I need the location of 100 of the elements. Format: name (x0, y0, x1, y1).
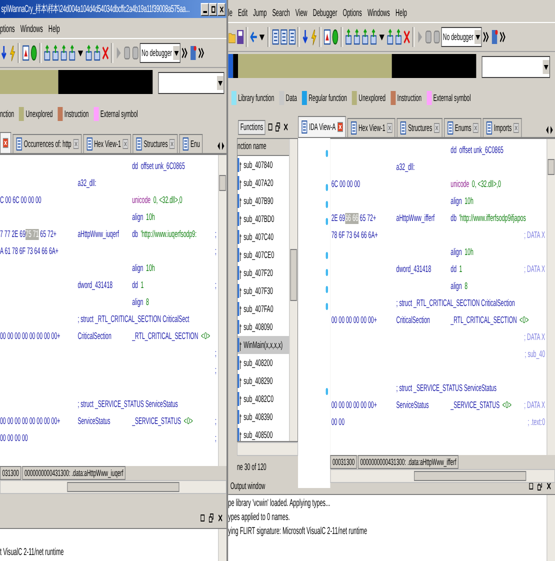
operand: <0> (520, 314, 529, 328)
function-list-item[interactable]: sub_407BD0 (238, 210, 290, 228)
code-label: aHttpWww_ifferf (396, 213, 435, 224)
operand: 10h (146, 211, 155, 225)
struct-comment: ; struct _RTL_CRITICAL_SECTION CriticalSection (396, 297, 515, 311)
menu-item[interactable]: Jump (253, 8, 267, 18)
mnemonic: align (450, 246, 462, 260)
output-line: ying FLIRT signature: Microsoft VisualC 2-11/net runtime (228, 525, 368, 539)
byte-values: 00 00 00 00 00 00+ (331, 315, 377, 326)
menu-item[interactable]: Help (48, 24, 60, 34)
menu-item[interactable]: ptions (0, 24, 15, 34)
byte-values: 2E 6966 66 65 72+ (331, 213, 376, 224)
function-list-item[interactable]: sub_408090 (238, 318, 290, 336)
mnemonic: _RTL_CRITICAL_SECTION (450, 314, 517, 328)
menu-item[interactable]: Help (396, 8, 407, 18)
byte-values: 6C 00 00 00 (331, 179, 360, 190)
operand: <0> (201, 330, 210, 344)
menu-item[interactable]: Options (342, 8, 362, 18)
column-header[interactable]: nction name (238, 139, 290, 156)
byte-values: C 00 6C 00 00 00 (0, 195, 42, 206)
view-tab[interactable]: Enums (444, 118, 482, 137)
output-line: pe library 'vcwin' loaded. Applying types... (228, 497, 332, 511)
view-tab[interactable]: Imports (482, 118, 522, 137)
function-list-item[interactable]: sub_407F20 (238, 264, 290, 282)
mnemonic: dd (132, 160, 138, 174)
operand: offset unk_6C0865 (459, 144, 504, 158)
comment: ; DATA X (524, 229, 546, 243)
menu-item[interactable]: le (228, 8, 232, 18)
view-tab[interactable]: IDA View-A (298, 116, 346, 137)
comment: ; .text:0 (528, 416, 546, 430)
functions-title[interactable]: Functions (238, 120, 266, 134)
function-list-item[interactable]: sub_407FA0 (238, 300, 290, 318)
function-list-item[interactable]: sub_407CE0 (238, 246, 290, 264)
struct-comment: ; struct _SERVICE_STATUS ServiceStatus (78, 398, 178, 412)
legend-label: Data (286, 92, 297, 104)
menu-item[interactable]: Search (272, 8, 290, 18)
view-tab[interactable]: Enu (179, 134, 203, 153)
mnemonic: align (132, 262, 144, 276)
menu-item[interactable]: Windows (20, 24, 43, 34)
code-label: dword_431418 (78, 280, 113, 291)
struct-comment: ; struct _SERVICE_STATUS ServiceStatus (396, 382, 496, 396)
comment: ; (214, 364, 218, 378)
function-list-item[interactable]: sub_407F30 (238, 282, 290, 300)
function-list-item[interactable]: sub_407B90 (238, 192, 290, 210)
view-tab[interactable]: Structures (396, 118, 442, 137)
function-list-item[interactable]: sub_408200 (238, 354, 290, 372)
operand: 'http://www.iuqerfsodp9: (140, 228, 197, 242)
operand: 10h (464, 195, 474, 209)
byte-values: A 61 78 6F 73 64 66 6A+ (0, 246, 58, 257)
menu-item[interactable]: Debugger (312, 8, 338, 18)
operand: 8 (464, 280, 468, 294)
legend-label: Instruction (397, 92, 422, 104)
status-cell: 0000000000431300: .data:aHttpWww_iuqerf (22, 466, 126, 480)
view-tab[interactable]: Hex View-1 (347, 118, 396, 137)
code-label: ServiceStatus (396, 400, 429, 411)
view-tab[interactable]: Structures (132, 134, 178, 153)
functions-status: ne 30 of 120 (236, 462, 268, 473)
function-list-item[interactable]: sub_408500 (238, 426, 290, 441)
code-label: dword_431418 (396, 264, 432, 275)
output-line: ypes applied to 0 names. (228, 511, 291, 525)
code-label: ServiceStatus (78, 416, 110, 427)
function-list-item[interactable]: sub_4082C0 (238, 390, 290, 408)
menu-item[interactable]: View (295, 8, 308, 18)
mnemonic: unicode (132, 194, 151, 208)
function-list-item[interactable]: sub_407C40 (238, 228, 290, 246)
function-list-item[interactable]: sub_408290 (238, 372, 290, 390)
operand: 1 (459, 263, 462, 277)
function-list-item[interactable]: sub_407A20 (238, 174, 290, 192)
menu-item[interactable]: Edit (238, 8, 248, 18)
comment: ; DATA X (524, 399, 546, 413)
mnemonic: _SERVICE_STATUS (132, 415, 182, 429)
operand: 'http://www.ifferfsodp9ifjapos (459, 212, 526, 226)
byte-values: 00 00 00 00 00 00+ (331, 400, 377, 411)
mnemonic: align (132, 296, 144, 310)
operand: 10h (464, 246, 474, 260)
status-cell: 00031300 (330, 455, 357, 469)
comment: ; (214, 228, 218, 242)
view-tab[interactable]: Occurrences of: http (12, 134, 82, 153)
operand: offset unk_6C0865 (140, 160, 185, 174)
function-list-item[interactable]: sub_408390 (238, 408, 290, 426)
debugger-dropdown[interactable]: No debugger (441, 27, 482, 47)
byte-values: 00 00 00 00 (0, 433, 28, 444)
view-tab[interactable]: Hex View-1 (83, 134, 131, 153)
legend-label: Instruction (64, 108, 89, 120)
comment: ; (214, 245, 218, 259)
mnemonic: _SERVICE_STATUS (450, 399, 500, 413)
legend-label: Unexplored (26, 108, 53, 120)
output-line: t VisualC 2-11/net runtime (0, 546, 65, 560)
legend-label: Unexplored (358, 92, 386, 104)
mnemonic: db (132, 228, 138, 242)
operand: 0, <32.dll>,0 (153, 194, 182, 208)
menu-item[interactable]: Windows (367, 8, 390, 18)
function-list-item[interactable]: sub_407840 (238, 156, 290, 174)
comment: ; DATA X (524, 331, 546, 345)
function-list-item[interactable]: WinMain(x,x,x,x) (238, 336, 290, 354)
debugger-dropdown[interactable]: No debugger (140, 43, 180, 63)
byte-values: 00 00 00 00 00 00 00 00+ (0, 331, 60, 342)
status-cell: 031300 (0, 466, 22, 480)
mnemonic: align (132, 211, 144, 225)
byte-values: 00 00 (331, 417, 345, 428)
